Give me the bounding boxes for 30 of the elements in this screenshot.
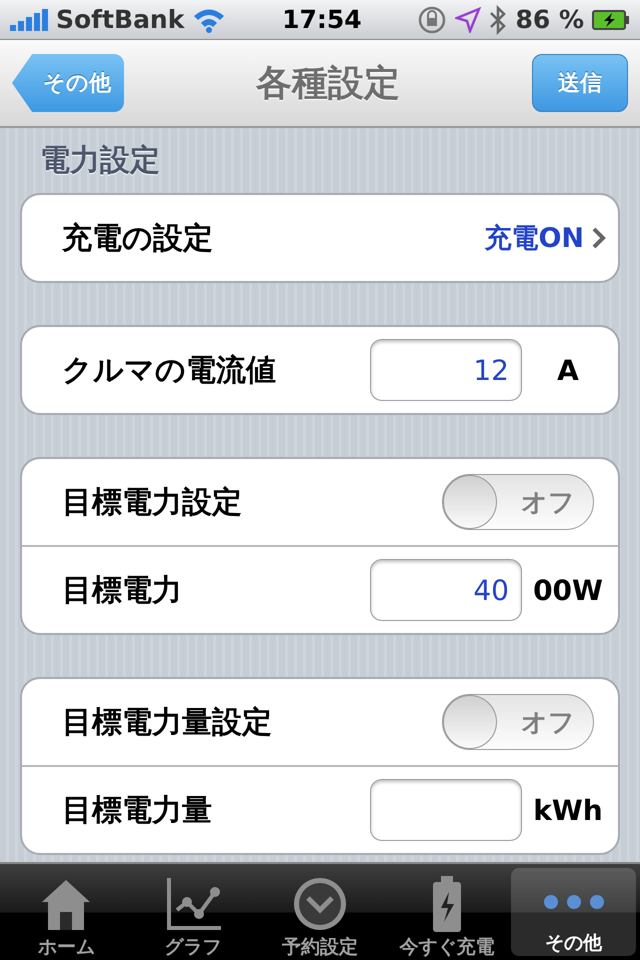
battery-percent: 86 %	[515, 5, 584, 34]
status-time: 17:54	[282, 5, 362, 34]
location-arrow-icon	[455, 6, 482, 32]
section-title: 電力設定	[39, 142, 161, 180]
tab-item[interactable]: その他	[511, 868, 636, 956]
signal-icon	[10, 8, 48, 30]
row-label: 目標電力設定	[62, 484, 243, 522]
battery-charging-icon	[592, 10, 630, 30]
row-label: 目標電力量	[62, 792, 213, 830]
input-field[interactable]	[370, 779, 522, 841]
bluetooth-icon	[489, 4, 508, 34]
tab-label: その他	[545, 931, 602, 956]
unit-label: A	[556, 354, 580, 386]
wifi-icon	[192, 6, 226, 32]
input-field[interactable]: 40	[370, 559, 522, 621]
row-label: 目標電力量設定	[62, 704, 273, 742]
carrier-name: SoftBank	[56, 5, 184, 34]
row-label: 充電の設定	[62, 220, 214, 258]
toggle-switch[interactable]: オフ	[442, 474, 594, 530]
unit-label: 00W	[532, 574, 604, 606]
input-field[interactable]: 12	[370, 339, 522, 401]
more-icon	[544, 895, 604, 909]
screen-title: 各種設定	[256, 62, 400, 106]
row-label: クルマの電流値	[62, 352, 277, 390]
rotation-lock-icon	[417, 4, 448, 34]
row-value[interactable]: 充電ON	[484, 220, 584, 256]
unit-label: kWh	[532, 794, 604, 826]
chevron-icon	[592, 227, 606, 249]
toggle-switch[interactable]: オフ	[442, 694, 594, 750]
row-label: 目標電力	[62, 572, 183, 610]
